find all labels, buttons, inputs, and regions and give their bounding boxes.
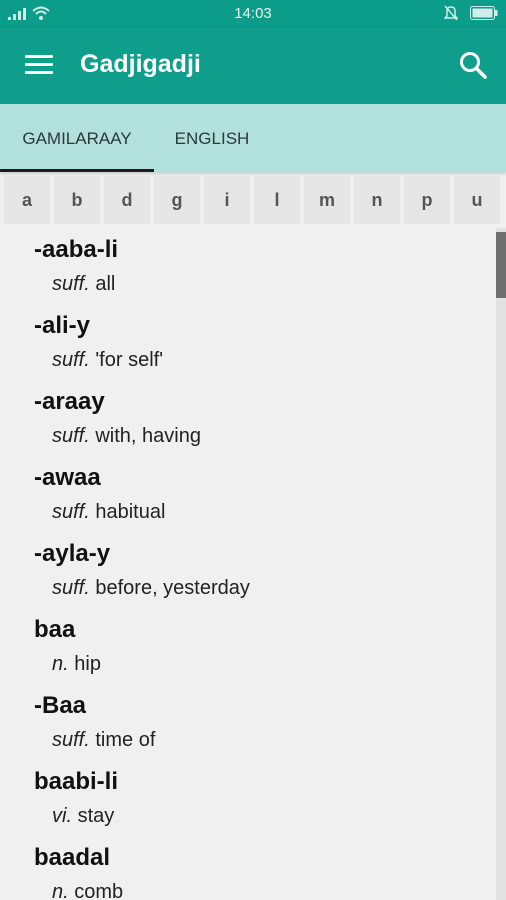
entry-gloss: before, yesterday [95,577,250,599]
entry-gloss: stay [77,805,115,827]
entry-sense: suff. habitual [34,494,496,532]
letter-n[interactable]: n [354,176,400,224]
entry-headword: -Baa [34,692,87,719]
entry-sense: n. comb [34,874,496,900]
entry-headword: -awaa [34,464,101,491]
entry-gloss: with, having [95,425,201,447]
entry-gloss: time of [95,729,156,751]
letter-l[interactable]: l [254,176,300,224]
status-right-icons [444,5,498,21]
list-item[interactable]: -Baa suff. time of [0,684,496,760]
entry-pos: n. [52,653,69,675]
scrollbar[interactable] [496,228,506,900]
tab-bar: GAMILARAAY ENGLISH [0,104,506,172]
entry-headword: -ali-y [34,312,91,339]
letter-m[interactable]: m [304,176,350,224]
entry-gloss: 'for self' [95,349,164,371]
letter-b[interactable]: b [54,176,100,224]
entry-list[interactable]: -aaba-li suff. all -ali-y suff. 'for sel… [0,228,496,900]
tab-gamilaraay[interactable]: GAMILARAAY [0,104,154,172]
tab-english[interactable]: ENGLISH [156,104,268,172]
list-item[interactable]: -awaa suff. habitual [0,456,496,532]
entry-headword: -ayla-y [34,540,111,567]
menu-icon-line [25,71,53,74]
letter-a[interactable]: a [4,176,50,224]
entry-pos: n. [52,881,69,900]
entry-headword: baa [34,616,76,643]
list-item[interactable]: -ayla-y suff. before, yesterday [0,532,496,608]
list-item[interactable]: baadal n. comb [0,836,496,900]
scroll-thumb[interactable] [496,232,506,298]
menu-icon-line [25,63,53,66]
letter-index-bar: a b d g i l m n p u [0,176,506,226]
entry-pos: suff. [52,501,90,523]
list-item[interactable]: -araay suff. with, having [0,380,496,456]
entry-sense: suff. with, having [34,418,496,456]
status-time: 14:03 [234,5,272,22]
search-button[interactable] [458,50,488,80]
entry-pos: vi. [52,805,72,827]
menu-button[interactable] [22,50,56,82]
letter-g[interactable]: g [154,176,200,224]
entry-pos: suff. [52,349,90,371]
entry-headword: baadal [34,844,111,871]
entry-pos: suff. [52,425,90,447]
search-icon [460,52,487,79]
letter-i[interactable]: i [204,176,250,224]
entry-gloss: all [95,273,116,295]
entry-pos: suff. [52,729,90,751]
list-item[interactable]: baa n. hip [0,608,496,684]
letter-d[interactable]: d [104,176,150,224]
entry-gloss: comb [74,881,124,900]
entry-headword: baabi-li [34,768,119,795]
entry-gloss: hip [74,653,101,675]
list-item[interactable]: -ali-y suff. 'for self' [0,304,496,380]
entry-sense: vi. stay [34,798,496,836]
entry-sense: suff. before, yesterday [34,570,496,608]
letter-u[interactable]: u [454,176,500,224]
entry-headword: -aaba-li [34,236,119,263]
entry-sense: suff. all [34,266,496,304]
status-bar: 14:03 [0,0,506,28]
entry-gloss: habitual [95,501,166,523]
entry-pos: suff. [52,577,90,599]
list-item[interactable]: -aaba-li suff. all [0,228,496,304]
app-title: Gadjigadji [80,50,201,78]
entry-sense: n. hip [34,646,496,684]
battery-icon [470,6,498,20]
entry-pos: suff. [52,273,90,295]
entry-sense: suff. 'for self' [34,342,496,380]
entry-headword: -araay [34,388,105,415]
menu-icon-line [25,55,53,58]
alarm-off-icon [444,5,458,21]
app-bar: Gadjigadji [0,28,506,104]
entry-sense: suff. time of [34,722,496,760]
letter-p[interactable]: p [404,176,450,224]
list-item[interactable]: baabi-li vi. stay [0,760,496,836]
